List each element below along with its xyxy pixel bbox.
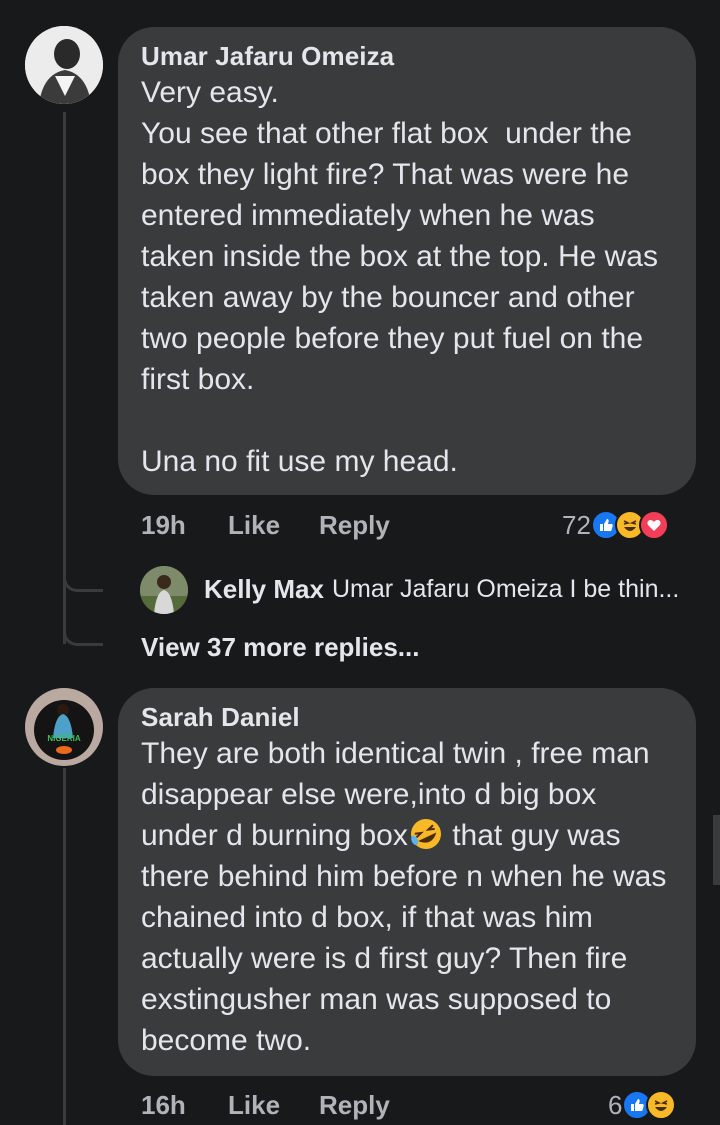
reply-author[interactable]: Kelly Max: [204, 574, 324, 605]
person-photo-icon: [25, 688, 103, 766]
reaction-count: 6: [608, 1089, 623, 1120]
avatar-badge: NIGERIA: [47, 734, 81, 743]
comment-text: They are both identical twin , free man …: [141, 733, 676, 1061]
avatar-sarah[interactable]: NIGERIA: [25, 688, 103, 766]
haha-icon: [646, 1090, 677, 1120]
love-icon: [638, 510, 669, 540]
thread-connector-reply: [63, 572, 103, 592]
person-photo-icon: [140, 566, 188, 614]
avatar-umar[interactable]: [25, 26, 103, 104]
like-button[interactable]: Like: [228, 1090, 280, 1121]
comment-author[interactable]: Sarah Daniel: [141, 702, 676, 733]
thread-line-main: [63, 112, 66, 644]
reaction-count: 72: [562, 509, 591, 540]
reply-preview[interactable]: Kelly Max Umar Jafaru Omeiza I be thin..…: [204, 574, 679, 605]
comment-time[interactable]: 16h: [141, 1090, 186, 1121]
thread-line-second: [63, 768, 66, 1125]
scrollbar-thumb[interactable]: [713, 815, 720, 885]
view-more-replies-link[interactable]: View 37 more replies...: [141, 632, 419, 663]
comment-bubble-sarah[interactable]: Sarah Daniel They are both identical twi…: [118, 688, 696, 1076]
person-photo-icon: [25, 26, 103, 104]
comment-text: Very easy. You see that other flat box u…: [141, 76, 658, 478]
rolling-laughing-emoji-icon: [408, 817, 444, 851]
reply-text: Umar Jafaru Omeiza I be thin...: [331, 575, 680, 603]
like-button[interactable]: Like: [228, 510, 280, 541]
reply-button[interactable]: Reply: [319, 1090, 390, 1121]
comment-bubble-umar[interactable]: Umar Jafaru Omeiza Very easy. You see th…: [118, 27, 696, 495]
reaction-summary[interactable]: 6: [608, 1088, 677, 1122]
reaction-summary[interactable]: 72: [562, 508, 669, 542]
comment-text-part: that guy was there behind him before n w…: [141, 819, 675, 1057]
comment-author[interactable]: Umar Jafaru Omeiza: [141, 41, 672, 72]
thread-connector-view-more: [63, 620, 103, 646]
avatar-kelly[interactable]: [140, 566, 188, 614]
comment-time[interactable]: 19h: [141, 510, 186, 541]
reply-button[interactable]: Reply: [319, 510, 390, 541]
